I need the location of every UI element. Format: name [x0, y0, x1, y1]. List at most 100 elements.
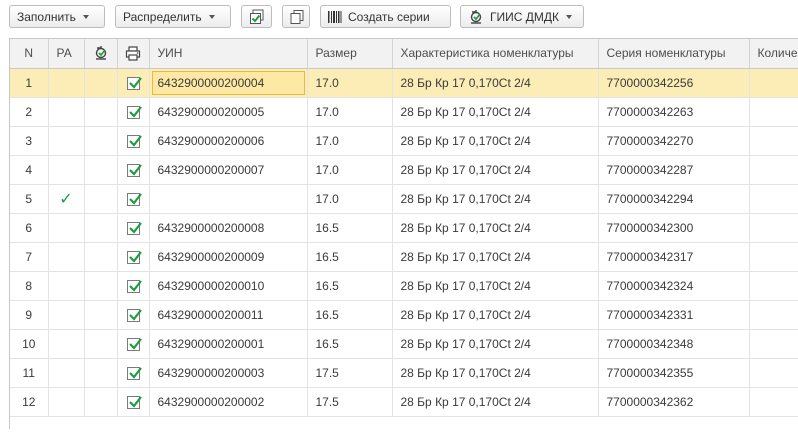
giis-dmdk-button[interactable]: ГИИС ДМДК: [460, 5, 584, 28]
ra-cell[interactable]: [48, 271, 85, 301]
column-header-giis[interactable]: [84, 39, 118, 69]
column-header-ra[interactable]: РА: [48, 39, 85, 69]
size-cell[interactable]: 17.0: [307, 155, 393, 185]
table-row[interactable]: 12 6432900000200002 17.5 28 Бр Кр 17 0,170C…: [10, 387, 798, 417]
characteristic-cell[interactable]: 28 Бр Кр 17 0,170Ct 2/4: [392, 213, 599, 243]
uin-cell[interactable]: 6432900000200004: [149, 68, 308, 98]
series-cell[interactable]: 7700000342348: [598, 329, 750, 359]
size-cell[interactable]: 17.5: [307, 387, 393, 417]
series-cell[interactable]: 7700000342362: [598, 387, 750, 417]
characteristic-cell[interactable]: 28 Бр Кр 17 0,170Ct 2/4: [392, 97, 599, 127]
size-cell[interactable]: 17.0: [307, 97, 393, 127]
characteristic-cell[interactable]: 28 Бр Кр 17 0,170Ct 2/4: [392, 126, 599, 156]
print-checkbox[interactable]: [126, 192, 142, 206]
uin-cell[interactable]: 6432900000200001: [149, 329, 308, 359]
characteristic-cell[interactable]: 28 Бр Кр 17 0,170Ct 2/4: [392, 300, 599, 330]
characteristic-cell[interactable]: 28 Бр Кр 17 0,170Ct 2/4: [392, 184, 599, 214]
table-row[interactable]: 7 6432900000200009 16.5 28 Бр Кр 17 0,170Ct…: [10, 242, 798, 272]
table-row[interactable]: 8 6432900000200010 16.5 28 Бр Кр 17 0,170Ct…: [10, 271, 798, 301]
table-row[interactable]: 5 ✓ 17.0 28 Бр Кр 17 0,170Ct 2/4 77000003422…: [10, 184, 798, 214]
size-cell[interactable]: 17.5: [307, 358, 393, 388]
series-cell[interactable]: 7700000342300: [598, 213, 750, 243]
characteristic-cell[interactable]: 28 Бр Кр 17 0,170Ct 2/4: [392, 271, 599, 301]
print-checkbox[interactable]: [126, 308, 142, 322]
characteristic-cell[interactable]: 28 Бр Кр 17 0,170Ct 2/4: [392, 358, 599, 388]
print-cell[interactable]: [117, 126, 150, 156]
ra-cell[interactable]: [48, 97, 85, 127]
print-checkbox[interactable]: [126, 366, 142, 380]
print-cell[interactable]: [117, 213, 150, 243]
print-cell[interactable]: [117, 358, 150, 388]
ra-cell[interactable]: [48, 68, 85, 98]
print-checkbox[interactable]: [126, 105, 142, 119]
copy-checked-button[interactable]: [241, 5, 272, 28]
size-cell[interactable]: 16.5: [307, 329, 393, 359]
print-cell[interactable]: [117, 155, 150, 185]
quantity-cell[interactable]: [749, 184, 798, 214]
print-cell[interactable]: [117, 329, 150, 359]
uin-cell[interactable]: 6432900000200007: [149, 155, 308, 185]
table-row[interactable]: 1 6432900000200004 17.0 28 Бр Кр 17 0,170Ct…: [10, 68, 798, 98]
series-cell[interactable]: 7700000342324: [598, 271, 750, 301]
giis-cell[interactable]: [84, 126, 118, 156]
quantity-cell[interactable]: [749, 387, 798, 417]
size-cell[interactable]: 16.5: [307, 242, 393, 272]
series-cell[interactable]: 7700000342331: [598, 300, 750, 330]
giis-cell[interactable]: [84, 271, 118, 301]
characteristic-cell[interactable]: 28 Бр Кр 17 0,170Ct 2/4: [392, 155, 599, 185]
print-checkbox[interactable]: [126, 279, 142, 293]
uin-cell[interactable]: 6432900000200002: [149, 387, 308, 417]
giis-cell[interactable]: [84, 184, 118, 214]
quantity-cell[interactable]: [749, 271, 798, 301]
size-cell[interactable]: 16.5: [307, 271, 393, 301]
print-checkbox[interactable]: [126, 221, 142, 235]
print-checkbox[interactable]: [126, 134, 142, 148]
uin-cell[interactable]: 6432900000200005: [149, 97, 308, 127]
print-checkbox[interactable]: [126, 337, 142, 351]
size-cell[interactable]: 16.5: [307, 300, 393, 330]
size-cell[interactable]: 16.5: [307, 213, 393, 243]
copy-button[interactable]: [282, 5, 310, 28]
giis-cell[interactable]: [84, 155, 118, 185]
giis-cell[interactable]: [84, 242, 118, 272]
table-row[interactable]: 6 6432900000200008 16.5 28 Бр Кр 17 0,170Ct…: [10, 213, 798, 243]
ra-cell[interactable]: [48, 155, 85, 185]
size-cell[interactable]: 17.0: [307, 68, 393, 98]
giis-cell[interactable]: [84, 329, 118, 359]
column-header-characteristic[interactable]: Характеристика номенклатуры: [392, 39, 599, 69]
quantity-cell[interactable]: [749, 213, 798, 243]
column-header-series[interactable]: Серия номенклатуры: [598, 39, 750, 69]
quantity-cell[interactable]: [749, 329, 798, 359]
create-series-button[interactable]: Создать серии: [320, 5, 451, 28]
series-cell[interactable]: 7700000342287: [598, 155, 750, 185]
characteristic-cell[interactable]: 28 Бр Кр 17 0,170Ct 2/4: [392, 242, 599, 272]
characteristic-cell[interactable]: 28 Бр Кр 17 0,170Ct 2/4: [392, 329, 599, 359]
series-cell[interactable]: 7700000342263: [598, 97, 750, 127]
quantity-cell[interactable]: [749, 97, 798, 127]
uin-cell[interactable]: [149, 184, 308, 214]
quantity-cell[interactable]: [749, 68, 798, 98]
print-checkbox[interactable]: [126, 250, 142, 264]
quantity-cell[interactable]: [749, 358, 798, 388]
series-cell[interactable]: 7700000342355: [598, 358, 750, 388]
ra-cell[interactable]: [48, 358, 85, 388]
series-cell[interactable]: 7700000342294: [598, 184, 750, 214]
print-cell[interactable]: [117, 300, 150, 330]
giis-cell[interactable]: [84, 300, 118, 330]
characteristic-cell[interactable]: 28 Бр Кр 17 0,170Ct 2/4: [392, 387, 599, 417]
size-cell[interactable]: 17.0: [307, 184, 393, 214]
table-row[interactable]: 2 6432900000200005 17.0 28 Бр Кр 17 0,170Ct…: [10, 97, 798, 127]
giis-cell[interactable]: [84, 213, 118, 243]
uin-cell[interactable]: 6432900000200008: [149, 213, 308, 243]
giis-cell[interactable]: [84, 97, 118, 127]
print-cell[interactable]: [117, 68, 150, 98]
quantity-cell[interactable]: [749, 300, 798, 330]
print-checkbox[interactable]: [126, 76, 142, 90]
table-row[interactable]: 4 6432900000200007 17.0 28 Бр Кр 17 0,170Ct…: [10, 155, 798, 185]
series-cell[interactable]: 7700000342317: [598, 242, 750, 272]
table-row[interactable]: 3 6432900000200006 17.0 28 Бр Кр 17 0,170Ct…: [10, 126, 798, 156]
table-row[interactable]: 10 6432900000200001 16.5 28 Бр Кр 17 0,170C…: [10, 329, 798, 359]
uin-cell[interactable]: 6432900000200006: [149, 126, 308, 156]
print-cell[interactable]: [117, 387, 150, 417]
series-cell[interactable]: 7700000342256: [598, 68, 750, 98]
